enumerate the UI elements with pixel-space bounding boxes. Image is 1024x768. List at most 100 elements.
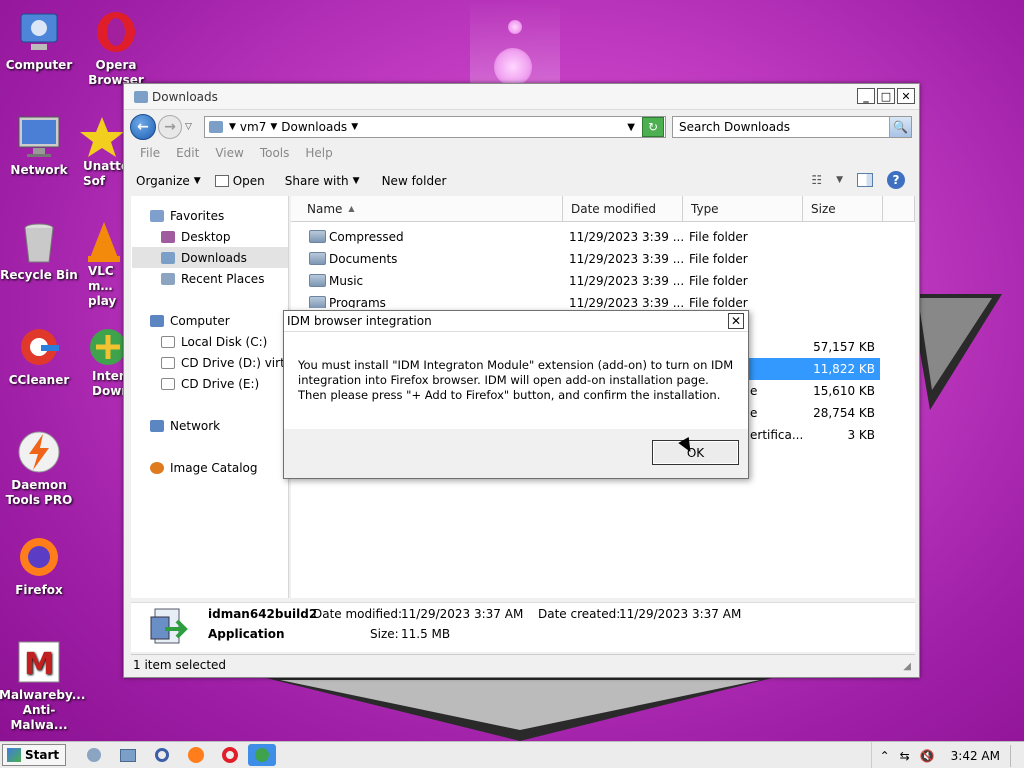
desktop-icon-firefox[interactable]: Firefox <box>0 535 79 598</box>
nav-computer[interactable]: Computer <box>150 314 230 328</box>
folder-icon <box>309 274 326 287</box>
nav-cd-drive-e[interactable]: CD Drive (E:) <box>161 377 259 391</box>
volume-muted-icon[interactable]: 🔇 <box>920 749 935 763</box>
file-row[interactable]: Programs 11/29/2023 3:39 ... File folder <box>291 292 911 308</box>
start-button[interactable]: Start <box>2 744 67 766</box>
nav-desktop[interactable]: Desktop <box>161 230 231 244</box>
nav-image-catalog[interactable]: Image Catalog <box>150 461 257 475</box>
preview-pane-icon[interactable] <box>857 173 873 187</box>
file-row[interactable]: Documents 11/29/2023 3:39 ... File folde… <box>291 248 911 270</box>
share-with-button[interactable]: Share with ▼ <box>285 174 360 188</box>
minimize-button[interactable]: _ <box>857 88 875 104</box>
address-box[interactable]: ▼ vm7 ▼ Downloads ▼ ▼ <box>204 116 666 138</box>
desktop-icon-malwarebytes[interactable]: M Malwareby... Anti-Malwa... <box>0 640 85 733</box>
view-dropdown-icon[interactable]: ▼ <box>836 175 843 185</box>
window-titlebar[interactable]: Downloads _ □ ✕ <box>124 84 919 110</box>
breadcrumb-segment[interactable]: Downloads <box>281 120 347 134</box>
ccleaner-icon <box>17 325 61 369</box>
file-row[interactable]: Compressed 11/29/2023 3:39 ... File fold… <box>291 226 911 248</box>
star-icon <box>80 115 124 159</box>
address-dropdown-icon[interactable]: ▼ <box>627 122 635 133</box>
desktop-switch-icon[interactable] <box>84 745 104 765</box>
file-date: 11/29/2023 3:39 ... <box>569 252 685 266</box>
menu-tools[interactable]: Tools <box>252 146 298 160</box>
forward-button[interactable]: → <box>158 115 182 139</box>
show-desktop-button[interactable] <box>1010 744 1016 767</box>
wallpaper-orb <box>494 48 532 86</box>
close-button[interactable]: ✕ <box>897 88 915 104</box>
details-size: 11.5 MB <box>401 627 451 641</box>
nav-cd-drive-d[interactable]: CD Drive (D:) virti <box>161 356 289 370</box>
file-type: File folder <box>689 296 748 308</box>
view-options-icon[interactable]: ☷ <box>811 173 822 187</box>
daemon-tools-icon <box>17 430 61 474</box>
desktop-icon-network[interactable]: Network <box>0 115 79 178</box>
tray-expand-icon[interactable]: ⌃ <box>880 749 890 763</box>
desktop-icon-vlc[interactable]: VLC m… play <box>82 220 124 309</box>
dialog-titlebar[interactable]: IDM browser integration ✕ <box>284 311 748 332</box>
details-size-label: Size: <box>370 627 399 641</box>
menu-file[interactable]: File <box>132 146 168 160</box>
desktop-icon-recycle-bin[interactable]: Recycle Bin <box>0 220 79 283</box>
folder-icon <box>309 296 326 308</box>
back-button[interactable]: ← <box>130 114 156 140</box>
column-header-date[interactable]: Date modified <box>563 196 683 222</box>
menu-view[interactable]: View <box>207 146 251 160</box>
network-tray-icon[interactable]: ⇆ <box>900 749 910 763</box>
application-icon <box>149 607 189 647</box>
malwarebytes-icon: M <box>17 640 61 684</box>
nav-favorites[interactable]: Favorites <box>150 209 224 223</box>
column-header-size[interactable]: Size <box>803 196 883 222</box>
file-row-selected[interactable]: 11,822 KB <box>746 358 880 380</box>
desktop-icon-idm[interactable]: Inter… Down <box>86 325 124 399</box>
organize-button[interactable]: Organize ▼ <box>136 174 201 188</box>
clock[interactable]: 3:42 AM <box>951 749 1000 763</box>
wallpaper-orb <box>508 20 522 34</box>
status-bar: 1 item selected ◢ <box>131 654 915 674</box>
image-catalog-icon <box>150 462 164 474</box>
recent-pages-chevron-icon[interactable]: ▽ <box>185 122 192 132</box>
breadcrumb-segment[interactable]: vm7 <box>240 120 266 134</box>
dialog-close-button[interactable]: ✕ <box>728 313 744 329</box>
desktop-icon-unattended[interactable]: Unatte… Sof <box>80 115 124 189</box>
menu-edit[interactable]: Edit <box>168 146 207 160</box>
desktop-icon-opera[interactable]: Opera Browser <box>76 10 156 88</box>
search-taskbar-icon[interactable] <box>152 745 172 765</box>
file-type: e <box>750 384 758 398</box>
open-button[interactable]: Open <box>214 174 265 188</box>
details-date-modified: 11/29/2023 3:37 AM <box>401 607 524 621</box>
disk-icon <box>161 336 175 348</box>
column-header-name[interactable]: Name ▲ <box>291 196 563 222</box>
menu-bar: File Edit View Tools Help <box>132 146 341 160</box>
ok-button[interactable]: OK <box>652 440 739 465</box>
nav-network[interactable]: Network <box>150 419 220 433</box>
nav-recent-places[interactable]: Recent Places <box>161 272 264 286</box>
taskbar: Start ⌃ ⇆ 🔇 3:42 AM <box>0 741 1024 768</box>
maximize-button[interactable]: □ <box>877 88 895 104</box>
refresh-button[interactable]: ↻ <box>642 117 664 137</box>
file-type: File folder <box>689 252 748 266</box>
firefox-taskbar-icon[interactable] <box>186 745 206 765</box>
desktop-icon <box>161 231 175 243</box>
idm-taskbar-icon[interactable] <box>248 744 277 766</box>
desktop-icon-ccleaner[interactable]: CCleaner <box>0 325 79 388</box>
explorer-taskbar-icon[interactable] <box>118 745 138 765</box>
opera-icon <box>94 10 138 54</box>
nav-local-disk[interactable]: Local Disk (C:) <box>161 335 267 349</box>
nav-downloads[interactable]: Downloads <box>132 247 288 268</box>
opera-taskbar-icon[interactable] <box>220 745 240 765</box>
resize-grip-icon[interactable]: ◢ <box>903 661 911 672</box>
desktop-icon-daemon-tools[interactable]: Daemon Tools PRO <box>0 430 79 508</box>
desktop-icon-computer[interactable]: Computer <box>0 10 79 73</box>
search-icon[interactable]: 🔍 <box>889 117 911 137</box>
idm-integration-dialog[interactable]: IDM browser integration ✕ You must insta… <box>283 310 749 479</box>
help-icon[interactable]: ? <box>887 171 905 189</box>
new-folder-button[interactable]: New folder <box>382 174 447 188</box>
status-text: 1 item selected <box>133 657 227 672</box>
file-type: File folder <box>689 230 748 244</box>
column-header-type[interactable]: Type <box>683 196 803 222</box>
file-row[interactable]: Music 11/29/2023 3:39 ... File folder <box>291 270 911 292</box>
search-input[interactable]: Search Downloads 🔍 <box>672 116 912 138</box>
menu-help[interactable]: Help <box>297 146 340 160</box>
star-icon <box>150 210 164 222</box>
